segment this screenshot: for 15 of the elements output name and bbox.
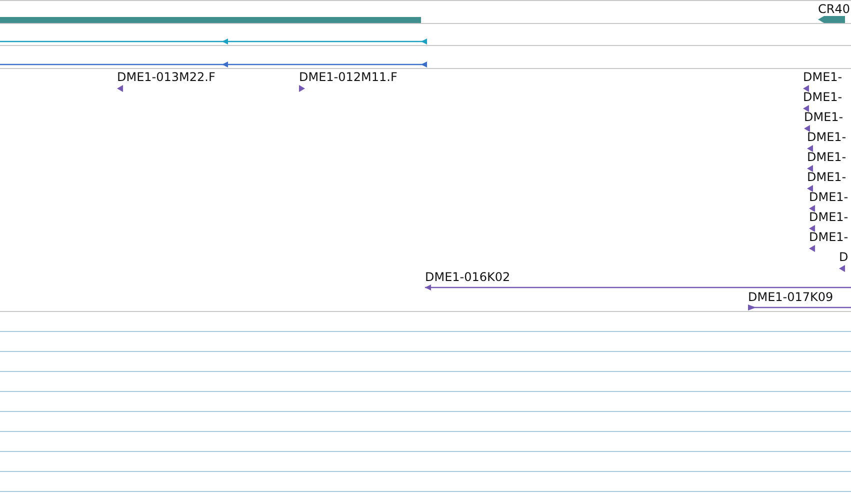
feature-label: DME1-013M22.F xyxy=(117,71,216,84)
feature-label: DME1- xyxy=(807,151,846,164)
feature-label: CR40 xyxy=(818,3,850,16)
feature-label: D xyxy=(839,251,848,264)
feature-label: DME1-012M11.F xyxy=(299,71,398,84)
feature-label: DME1- xyxy=(807,131,846,144)
feature-label: DME1-016K02 xyxy=(425,271,510,284)
feature-label: DME1- xyxy=(809,191,848,204)
feature-label: DME1- xyxy=(807,171,846,184)
feature-label: DME1- xyxy=(809,231,848,244)
feature-label: DME1- xyxy=(809,211,848,224)
feature-label: DME1- xyxy=(803,71,842,84)
feature-label: DME1-017K09 xyxy=(748,291,834,304)
feature-label: DME1- xyxy=(803,91,842,104)
feature-label: DME1- xyxy=(804,111,844,124)
